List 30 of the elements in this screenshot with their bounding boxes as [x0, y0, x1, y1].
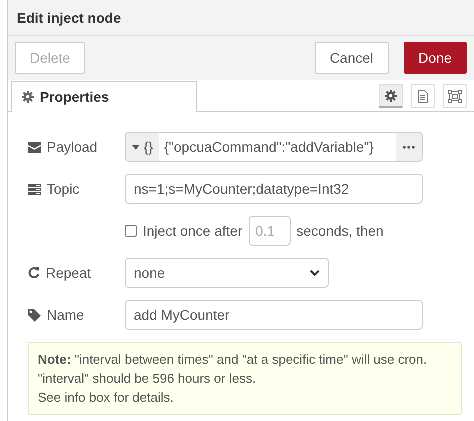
note-box: Note: "interval between times" and "at a specific time" will use cron. "interval" should be 596 hours or less. See info box for details.	[28, 342, 462, 415]
cancel-button[interactable]: Cancel	[314, 42, 389, 74]
frame-icon	[448, 90, 462, 102]
description-tab-button[interactable]	[411, 84, 435, 108]
more-icon[interactable]	[396, 133, 422, 161]
field-label: Repeat	[46, 265, 92, 281]
window-title: Edit inject node	[17, 10, 122, 26]
field-label: Name	[47, 307, 84, 323]
list-icon	[28, 184, 41, 194]
field-label: Topic	[47, 181, 80, 197]
field-label: Payload	[47, 139, 98, 155]
payload-field[interactable]: {} {"opcuaCommand":"addVariable"}	[125, 132, 423, 162]
envelope-icon	[28, 142, 41, 152]
appearance-tab-button[interactable]	[443, 84, 467, 108]
input-field[interactable]: ns=1;s=MyCounter;datatype=Int32	[125, 174, 423, 204]
settings-icon	[385, 90, 397, 102]
type-dropdown[interactable]: {}	[126, 133, 160, 161]
document-icon	[418, 90, 428, 102]
input-field[interactable]: add MyCounter	[125, 300, 423, 330]
refresh-icon	[28, 267, 40, 279]
settings-icon	[22, 91, 34, 103]
tag-icon	[28, 308, 41, 322]
checkbox-label: Inject once after	[143, 223, 243, 239]
settings-tab-button[interactable]	[379, 84, 403, 108]
repeat-select[interactable]: none	[125, 258, 329, 288]
caret-icon	[132, 144, 140, 150]
unit-label: seconds, then	[296, 223, 384, 239]
properties-tab[interactable]: Properties	[11, 81, 197, 112]
chevron-icon	[310, 270, 320, 276]
done-button[interactable]: Done	[404, 42, 467, 74]
